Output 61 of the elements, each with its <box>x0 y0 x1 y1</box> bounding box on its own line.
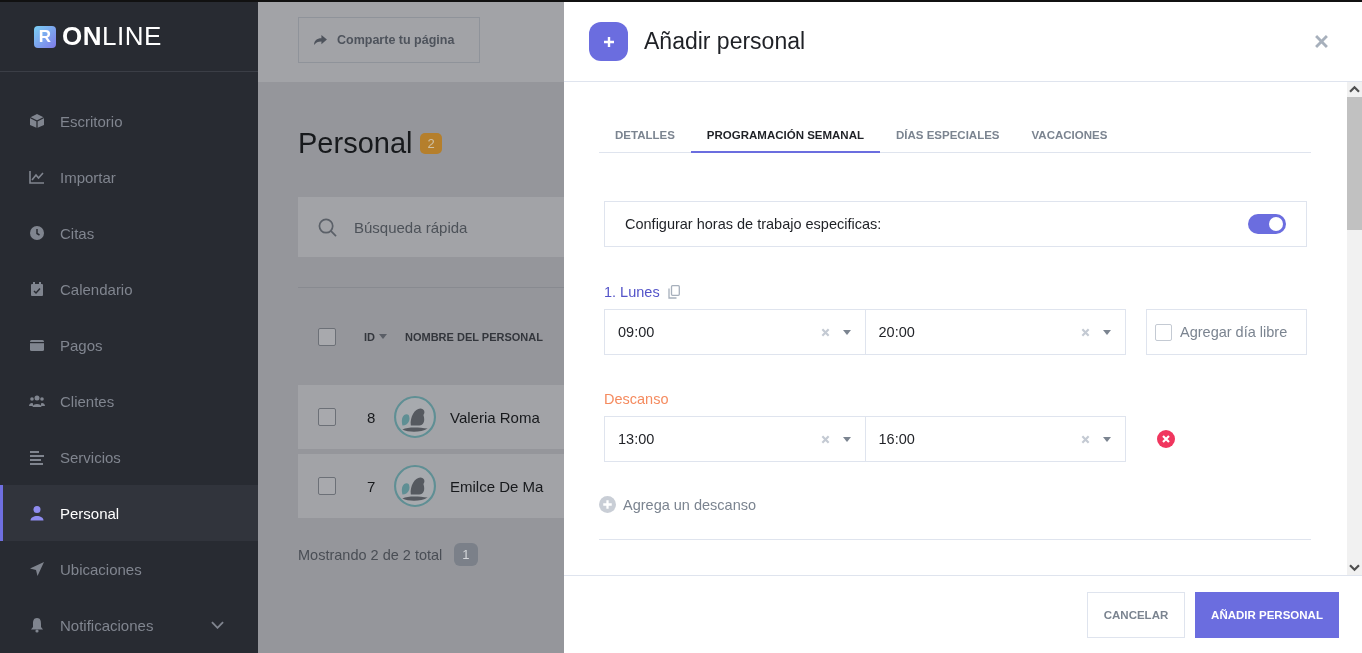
setting-label: Configurar horas de trabajo especificas: <box>625 216 882 232</box>
paper-plane-icon <box>29 561 45 577</box>
wallet-icon <box>29 337 45 353</box>
plus-icon <box>589 22 628 61</box>
logo-text: ONLINE <box>62 21 162 52</box>
close-icon[interactable] <box>1315 35 1328 48</box>
column-header[interactable]: ID <box>364 330 387 343</box>
tab[interactable]: DÍAS ESPECIALES <box>880 118 1016 153</box>
row-checkbox[interactable] <box>318 408 336 426</box>
table-cell: Emilce De Ma <box>450 477 544 495</box>
calendar-icon <box>29 281 45 297</box>
toggle-switch[interactable] <box>1248 214 1286 234</box>
clock-icon <box>29 225 45 241</box>
sort-icon <box>379 334 387 339</box>
tab[interactable]: PROGRAMACIÓN SEMANAL <box>690 118 880 153</box>
tab[interactable]: VACACIONES <box>1015 118 1124 153</box>
sidebar-item[interactable]: Calendario <box>0 261 258 317</box>
users-icon <box>29 393 45 409</box>
sidebar-item[interactable]: Personal <box>0 485 258 541</box>
search-field[interactable]: Búsqueda rápida <box>352 217 556 237</box>
tab[interactable]: DETALLES <box>599 118 691 153</box>
table-cell-text: 7 <box>367 477 377 495</box>
user-icon <box>29 505 45 521</box>
submit-button[interactable]: AÑADIR PERSONAL <box>1195 591 1339 638</box>
sidebar-item[interactable]: Notificaciones <box>0 597 258 653</box>
add-break-button[interactable]: Agrega un descanso <box>599 496 756 513</box>
section-label: Descanso <box>604 391 670 407</box>
sidebar-item[interactable]: Escritorio <box>0 93 258 149</box>
day-off-checkbox[interactable]: Agregar día libre <box>1146 309 1307 355</box>
remove-icon[interactable] <box>1157 430 1175 448</box>
page-button[interactable]: 1 <box>454 543 478 566</box>
sidebar-item[interactable]: Citas <box>0 205 258 261</box>
sidebar-item[interactable]: Ubicaciones <box>0 541 258 597</box>
search-icon <box>318 217 337 237</box>
count-badge: 2 <box>420 132 442 154</box>
row-checkbox[interactable] <box>318 477 336 495</box>
pagination-summary: Mostrando 2 de 2 total <box>298 546 443 563</box>
table-row[interactable]: 8 Valeria Roma <box>298 385 564 449</box>
cancel-button[interactable]: CANCELAR <box>1087 591 1185 638</box>
scrollbar[interactable] <box>1347 82 1362 575</box>
list-icon <box>29 449 45 465</box>
column-header[interactable]: NOMBRE DEL PERSONAL <box>405 330 543 343</box>
sidebar-item[interactable]: Servicios <box>0 429 258 485</box>
page-title: Personal <box>298 126 413 160</box>
table-cell-text: 8 <box>367 408 377 426</box>
plus-circle-icon <box>599 496 616 513</box>
share-button[interactable]: Comparte tu página <box>298 17 480 63</box>
sidebar-item[interactable]: Importar <box>0 149 258 205</box>
cube-icon <box>29 113 45 129</box>
chart-icon <box>29 169 45 185</box>
table-cell: Valeria Roma <box>450 408 540 426</box>
select-all-checkbox[interactable] <box>318 327 336 346</box>
day-label: 1. Lunes <box>604 284 660 300</box>
sidebar-item[interactable]: Pagos <box>0 317 258 373</box>
table-row[interactable]: 7 Emilce De Ma <box>298 454 564 518</box>
sidebar-item[interactable]: Clientes <box>0 373 258 429</box>
bell-icon <box>29 617 45 633</box>
logo-mark: R <box>34 25 56 48</box>
modal-title: Añadir personal <box>644 28 806 55</box>
share-arrow-icon <box>314 34 327 46</box>
copy-icon[interactable] <box>667 285 680 299</box>
